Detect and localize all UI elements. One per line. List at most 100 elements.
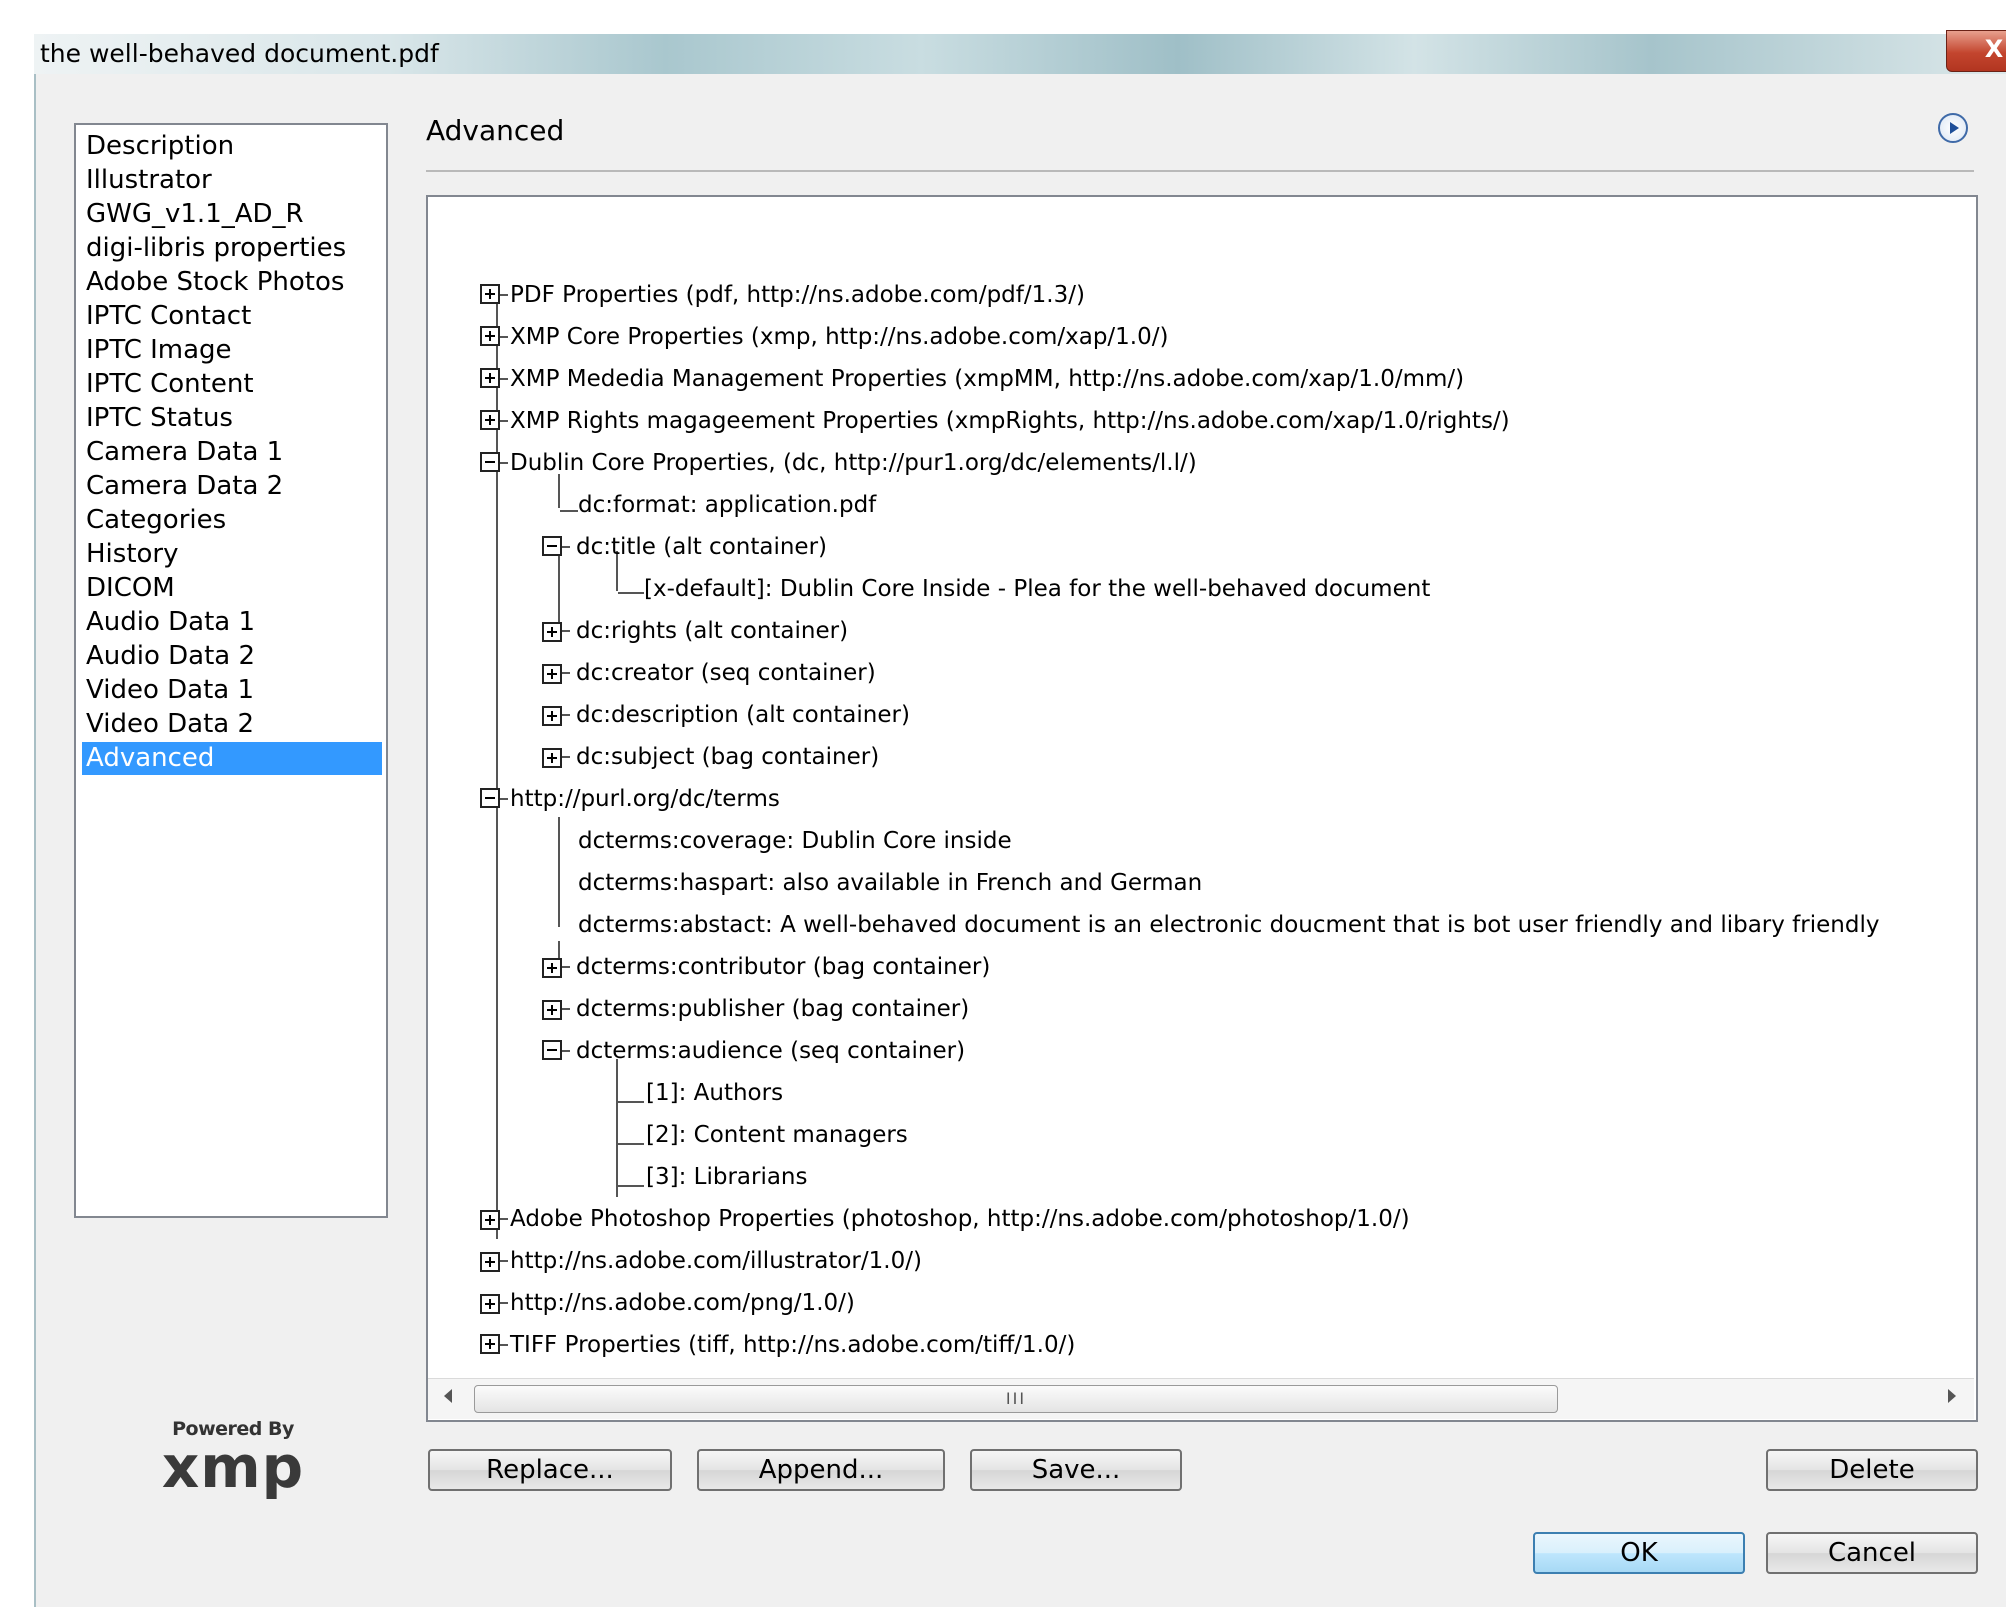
ok-button[interactable]: OK <box>1533 1532 1745 1574</box>
category-item[interactable]: IPTC Content <box>82 368 382 401</box>
minus-box-icon[interactable] <box>542 536 562 556</box>
plus-box-icon[interactable] <box>480 410 500 430</box>
tree-node-label: dcterms:publisher (bag container) <box>576 996 970 1022</box>
metadata-dialog: the well-behaved document.pdf X Descript… <box>0 0 2006 1607</box>
category-item[interactable]: IPTC Image <box>82 334 382 367</box>
panel-divider <box>426 170 1974 172</box>
tree-node[interactable]: dc:rights (alt container) <box>542 615 848 647</box>
category-item[interactable]: Camera Data 2 <box>82 470 382 503</box>
horizontal-scrollbar[interactable]: III <box>428 1378 1974 1419</box>
play-circle-icon[interactable] <box>1938 113 1968 143</box>
tree-node[interactable]: dc:title (alt container) <box>542 531 827 563</box>
minus-box-icon[interactable] <box>542 1040 562 1060</box>
tree-node[interactable]: XMP Mededia Management Properties (xmpMM… <box>480 363 1464 395</box>
category-item[interactable]: History <box>82 538 382 571</box>
tree-line <box>618 1101 644 1103</box>
plus-box-icon[interactable] <box>542 664 562 684</box>
tree-node-label: Adobe Photoshop Properties (photoshop, h… <box>510 1206 1410 1232</box>
plus-box-icon[interactable] <box>480 1210 500 1230</box>
plus-box-icon[interactable] <box>480 284 500 304</box>
category-item[interactable]: DICOM <box>82 572 382 605</box>
scroll-thumb[interactable]: III <box>474 1385 1558 1413</box>
tree-node-label: http://ns.adobe.com/png/1.0/) <box>510 1290 855 1316</box>
save-button[interactable]: Save... <box>970 1449 1182 1491</box>
tree-node[interactable]: PDF Properties (pdf, http://ns.adobe.com… <box>480 279 1085 311</box>
append-button[interactable]: Append... <box>697 1449 945 1491</box>
category-item[interactable]: IPTC Status <box>82 402 382 435</box>
tree-node-label: XMP Core Properties (xmp, http://ns.adob… <box>510 324 1169 350</box>
scroll-right-arrow-icon[interactable] <box>1948 1389 1956 1403</box>
category-item[interactable]: IPTC Contact <box>82 300 382 333</box>
category-item[interactable]: Audio Data 2 <box>82 640 382 673</box>
close-button[interactable]: X <box>1946 30 2006 72</box>
tree-node[interactable]: dcterms:contributor (bag container) <box>542 951 990 983</box>
tree-leaf[interactable]: [1]: Authors <box>646 1077 783 1109</box>
category-item[interactable]: Description <box>82 130 382 163</box>
tree-node[interactable]: TIFF Properties (tiff, http://ns.adobe.c… <box>480 1329 1075 1361</box>
plus-box-icon[interactable] <box>480 1294 500 1314</box>
tree-node-label: TIFF Properties (tiff, http://ns.adobe.c… <box>510 1332 1076 1358</box>
category-item[interactable]: digi-libris properties <box>82 232 382 265</box>
tree-leaf[interactable]: dcterms:coverage: Dublin Core inside <box>578 825 1012 857</box>
tree-leaf[interactable]: dcterms:abstact: A well-behaved document… <box>578 909 1879 941</box>
category-item[interactable]: Audio Data 1 <box>82 606 382 639</box>
tree-node[interactable]: dcterms:audience (seq container) <box>542 1035 965 1067</box>
category-item[interactable]: Camera Data 1 <box>82 436 382 469</box>
tree-node-label: dcterms:audience (seq container) <box>576 1038 966 1064</box>
plus-box-icon[interactable] <box>542 748 562 768</box>
category-item[interactable]: Illustrator <box>82 164 382 197</box>
plus-box-icon[interactable] <box>542 1000 562 1020</box>
category-item[interactable]: GWG_v1.1_AD_R <box>82 198 382 231</box>
tree-leaf[interactable]: [x-default]: Dublin Core Inside - Plea f… <box>644 573 1430 605</box>
delete-button[interactable]: Delete <box>1766 1449 1978 1491</box>
tree-node[interactable]: Dublin Core Properties, (dc, http://pur1… <box>480 447 1197 479</box>
plus-box-icon[interactable] <box>480 1334 500 1354</box>
tree-node-label: dc:creator (seq container) <box>576 660 876 686</box>
tree-node[interactable]: Adobe Photoshop Properties (photoshop, h… <box>480 1203 1410 1235</box>
plus-box-icon[interactable] <box>480 1252 500 1272</box>
tree-node[interactable]: dc:description (alt container) <box>542 699 910 731</box>
tree-leaf[interactable]: dcterms:haspart: also available in Frenc… <box>578 867 1202 899</box>
tree-node[interactable]: XMP Rights magageement Properties (xmpRi… <box>480 405 1510 437</box>
tree-node[interactable]: dc:subject (bag container) <box>542 741 879 773</box>
tree-leaf[interactable]: dc:format: application.pdf <box>578 489 876 521</box>
plus-box-icon[interactable] <box>542 622 562 642</box>
plus-box-icon[interactable] <box>542 958 562 978</box>
tree-leaf[interactable]: [3]: Librarians <box>646 1161 808 1193</box>
tree-node-label: http://purl.org/dc/terms <box>510 786 780 812</box>
tree-leaf[interactable]: [2]: Content managers <box>646 1119 908 1151</box>
window-title: the well-behaved document.pdf <box>40 39 439 68</box>
panel-title: Advanced <box>426 114 565 147</box>
tree-node[interactable]: http://ns.adobe.com/png/1.0/) <box>480 1287 855 1319</box>
tree-node-label: Dublin Core Properties, (dc, http://pur1… <box>510 450 1197 476</box>
category-item[interactable]: Video Data 1 <box>82 674 382 707</box>
property-tree[interactable]: PDF Properties (pdf, http://ns.adobe.com… <box>426 195 1978 1422</box>
plus-box-icon[interactable] <box>480 326 500 346</box>
tree-node[interactable]: http://purl.org/dc/terms <box>480 783 780 815</box>
scroll-left-arrow-icon[interactable] <box>444 1389 452 1403</box>
xmp-logo: Powered By xmp <box>148 1418 318 1498</box>
minus-box-icon[interactable] <box>480 452 500 472</box>
tree-node[interactable]: dc:creator (seq container) <box>542 657 876 689</box>
tree-node[interactable]: dcterms:publisher (bag container) <box>542 993 969 1025</box>
category-item-advanced[interactable]: Advanced <box>82 742 382 775</box>
tree-node-label: XMP Mededia Management Properties (xmpMM… <box>510 366 1465 392</box>
xmp-brand: xmp <box>161 1433 305 1501</box>
tree-node-label: dc:title (alt container) <box>576 534 828 560</box>
category-item[interactable]: Categories <box>82 504 382 537</box>
cancel-button[interactable]: Cancel <box>1766 1532 1978 1574</box>
minus-box-icon[interactable] <box>480 788 500 808</box>
category-list[interactable]: Description Illustrator GWG_v1.1_AD_R di… <box>74 123 388 1218</box>
plus-box-icon[interactable] <box>480 368 500 388</box>
plus-box-icon[interactable] <box>542 706 562 726</box>
tree-node[interactable]: XMP Core Properties (xmp, http://ns.adob… <box>480 321 1168 353</box>
tree-node[interactable]: http://ns.adobe.com/illustrator/1.0/) <box>480 1245 922 1277</box>
tree-node-label: dc:description (alt container) <box>576 702 910 728</box>
category-item[interactable]: Adobe Stock Photos <box>82 266 382 299</box>
tree-line <box>618 1185 644 1187</box>
replace-button[interactable]: Replace... <box>428 1449 672 1491</box>
tree-node-label: PDF Properties (pdf, http://ns.adobe.com… <box>510 282 1085 308</box>
tree-line <box>558 474 560 508</box>
tree-line <box>558 817 560 927</box>
category-item[interactable]: Video Data 2 <box>82 708 382 741</box>
